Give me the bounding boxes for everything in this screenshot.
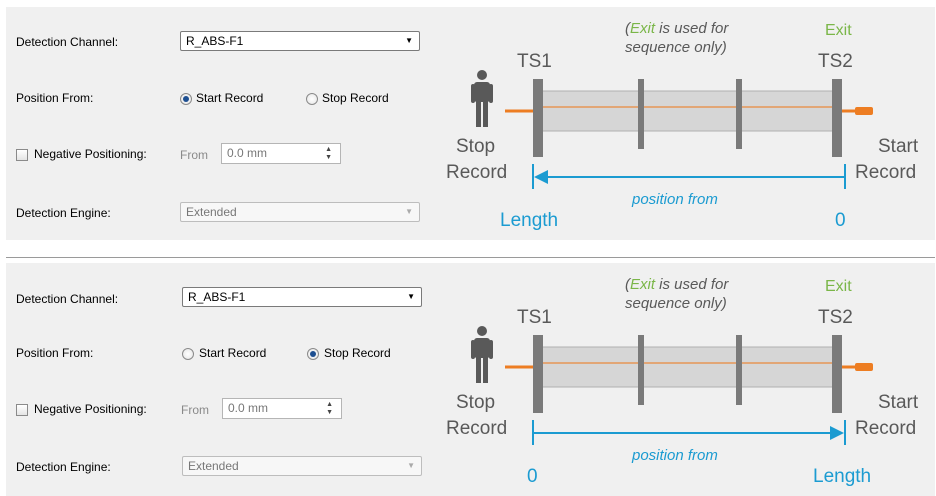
- spinner-up-icon[interactable]: ▲: [326, 401, 333, 408]
- inner-post: [736, 79, 742, 149]
- stop-record-line1: Stop: [456, 392, 495, 413]
- negative-positioning-checkbox[interactable]: [16, 149, 28, 161]
- panel-separator: [6, 257, 935, 258]
- left-end-label: Length: [500, 210, 558, 231]
- from-value: 0.0 mm: [228, 401, 269, 415]
- detection-channel-label: Detection Channel:: [16, 35, 119, 49]
- from-label: From: [181, 403, 209, 417]
- person-icon: [471, 70, 493, 127]
- detection-channel-value: R_ABS-F1: [188, 290, 246, 304]
- negative-positioning-label[interactable]: Negative Positioning:: [34, 402, 147, 416]
- from-value: 0.0 mm: [227, 146, 268, 160]
- exit-top-label: Exit: [825, 278, 852, 295]
- detection-engine-value: Extended: [186, 205, 237, 219]
- stop-record-line1: Stop: [456, 136, 495, 157]
- detection-engine-label: Detection Engine:: [16, 460, 111, 474]
- stop-record-line2: Record: [446, 418, 507, 439]
- negative-positioning-checkbox[interactable]: [16, 404, 28, 416]
- negative-positioning-label[interactable]: Negative Positioning:: [34, 147, 147, 161]
- ts1-post: [533, 335, 543, 413]
- stop-record-label[interactable]: Stop Record: [322, 91, 389, 105]
- exit-note-line2: sequence only): [625, 295, 727, 312]
- ts2-label: TS2: [818, 307, 853, 328]
- spinner-down-icon[interactable]: ▼: [325, 154, 332, 161]
- right-end-label: Length: [813, 466, 871, 487]
- position-diagram: Exit (Exit is used for sequence only) TS…: [446, 276, 919, 487]
- exit-top-label: Exit: [825, 22, 852, 39]
- note-rest: is used for: [655, 276, 729, 293]
- note-rest: is used for: [655, 20, 729, 37]
- stop-record-label[interactable]: Stop Record: [324, 346, 391, 360]
- ts2-post: [832, 335, 842, 413]
- detection-engine-select[interactable]: Extended ▼: [180, 202, 420, 222]
- position-from-arrow-label: position from: [631, 447, 718, 464]
- inner-post: [638, 79, 644, 149]
- arrow-head-right: [830, 426, 844, 440]
- inner-post: [736, 335, 742, 405]
- detection-channel-select[interactable]: R_ABS-F1 ▼: [182, 287, 422, 307]
- position-from-label: Position From:: [16, 91, 94, 105]
- inner-post: [638, 335, 644, 405]
- detection-engine-select[interactable]: Extended ▼: [182, 456, 422, 476]
- stop-record-radio[interactable]: [307, 348, 319, 360]
- position-from-arrow-label: position from: [631, 191, 718, 208]
- config-panel-start-record: Detection Channel: R_ABS-F1 ▼ Position F…: [6, 7, 935, 240]
- spinner-down-icon[interactable]: ▼: [326, 409, 333, 416]
- person-icon: [471, 326, 493, 383]
- start-record-radio[interactable]: [180, 93, 192, 105]
- note-exit-word: Exit: [630, 20, 656, 37]
- detection-engine-value: Extended: [188, 459, 239, 473]
- exit-note-line1: (Exit is used for: [625, 20, 729, 37]
- start-record-line2: Record: [855, 162, 916, 183]
- spinner-up-icon[interactable]: ▲: [325, 146, 332, 153]
- start-record-line1: Start: [878, 136, 919, 157]
- note-exit-word: Exit: [630, 276, 656, 293]
- from-spinner[interactable]: 0.0 mm ▲ ▼: [222, 398, 342, 419]
- exit-note-line2: sequence only): [625, 39, 727, 56]
- left-end-label: 0: [527, 466, 538, 487]
- stop-record-radio[interactable]: [306, 93, 318, 105]
- channel-body: [534, 346, 836, 388]
- cable-end-plug: [855, 107, 873, 115]
- dropdown-arrow-icon: ▼: [407, 292, 415, 301]
- stop-record-line2: Record: [446, 162, 507, 183]
- right-end-label: 0: [835, 210, 846, 231]
- channel-body: [534, 90, 836, 132]
- config-panel-stop-record: Detection Channel: R_ABS-F1 ▼ Position F…: [6, 263, 935, 496]
- arrow-head-left: [534, 170, 548, 184]
- from-spinner[interactable]: 0.0 mm ▲ ▼: [221, 143, 341, 164]
- ts1-label: TS1: [517, 51, 552, 72]
- cable-end-plug: [855, 363, 873, 371]
- ts1-label: TS1: [517, 307, 552, 328]
- start-record-line1: Start: [878, 392, 919, 413]
- ts1-post: [533, 79, 543, 157]
- position-from-label: Position From:: [16, 346, 94, 360]
- detection-engine-label: Detection Engine:: [16, 206, 111, 220]
- detection-channel-select[interactable]: R_ABS-F1 ▼: [180, 31, 420, 51]
- dropdown-arrow-icon: ▼: [405, 36, 413, 45]
- ts2-label: TS2: [818, 51, 853, 72]
- from-label: From: [180, 148, 208, 162]
- detection-channel-label: Detection Channel:: [16, 292, 119, 306]
- exit-note-line1: (Exit is used for: [625, 276, 729, 293]
- start-record-label[interactable]: Start Record: [199, 346, 266, 360]
- start-record-label[interactable]: Start Record: [196, 91, 263, 105]
- start-record-radio[interactable]: [182, 348, 194, 360]
- dropdown-arrow-icon: ▼: [407, 461, 415, 470]
- start-record-line2: Record: [855, 418, 916, 439]
- position-diagram: Exit (Exit is used for sequence only) TS…: [446, 20, 919, 231]
- detection-channel-value: R_ABS-F1: [186, 34, 244, 48]
- dropdown-arrow-icon: ▼: [405, 207, 413, 216]
- ts2-post: [832, 79, 842, 157]
